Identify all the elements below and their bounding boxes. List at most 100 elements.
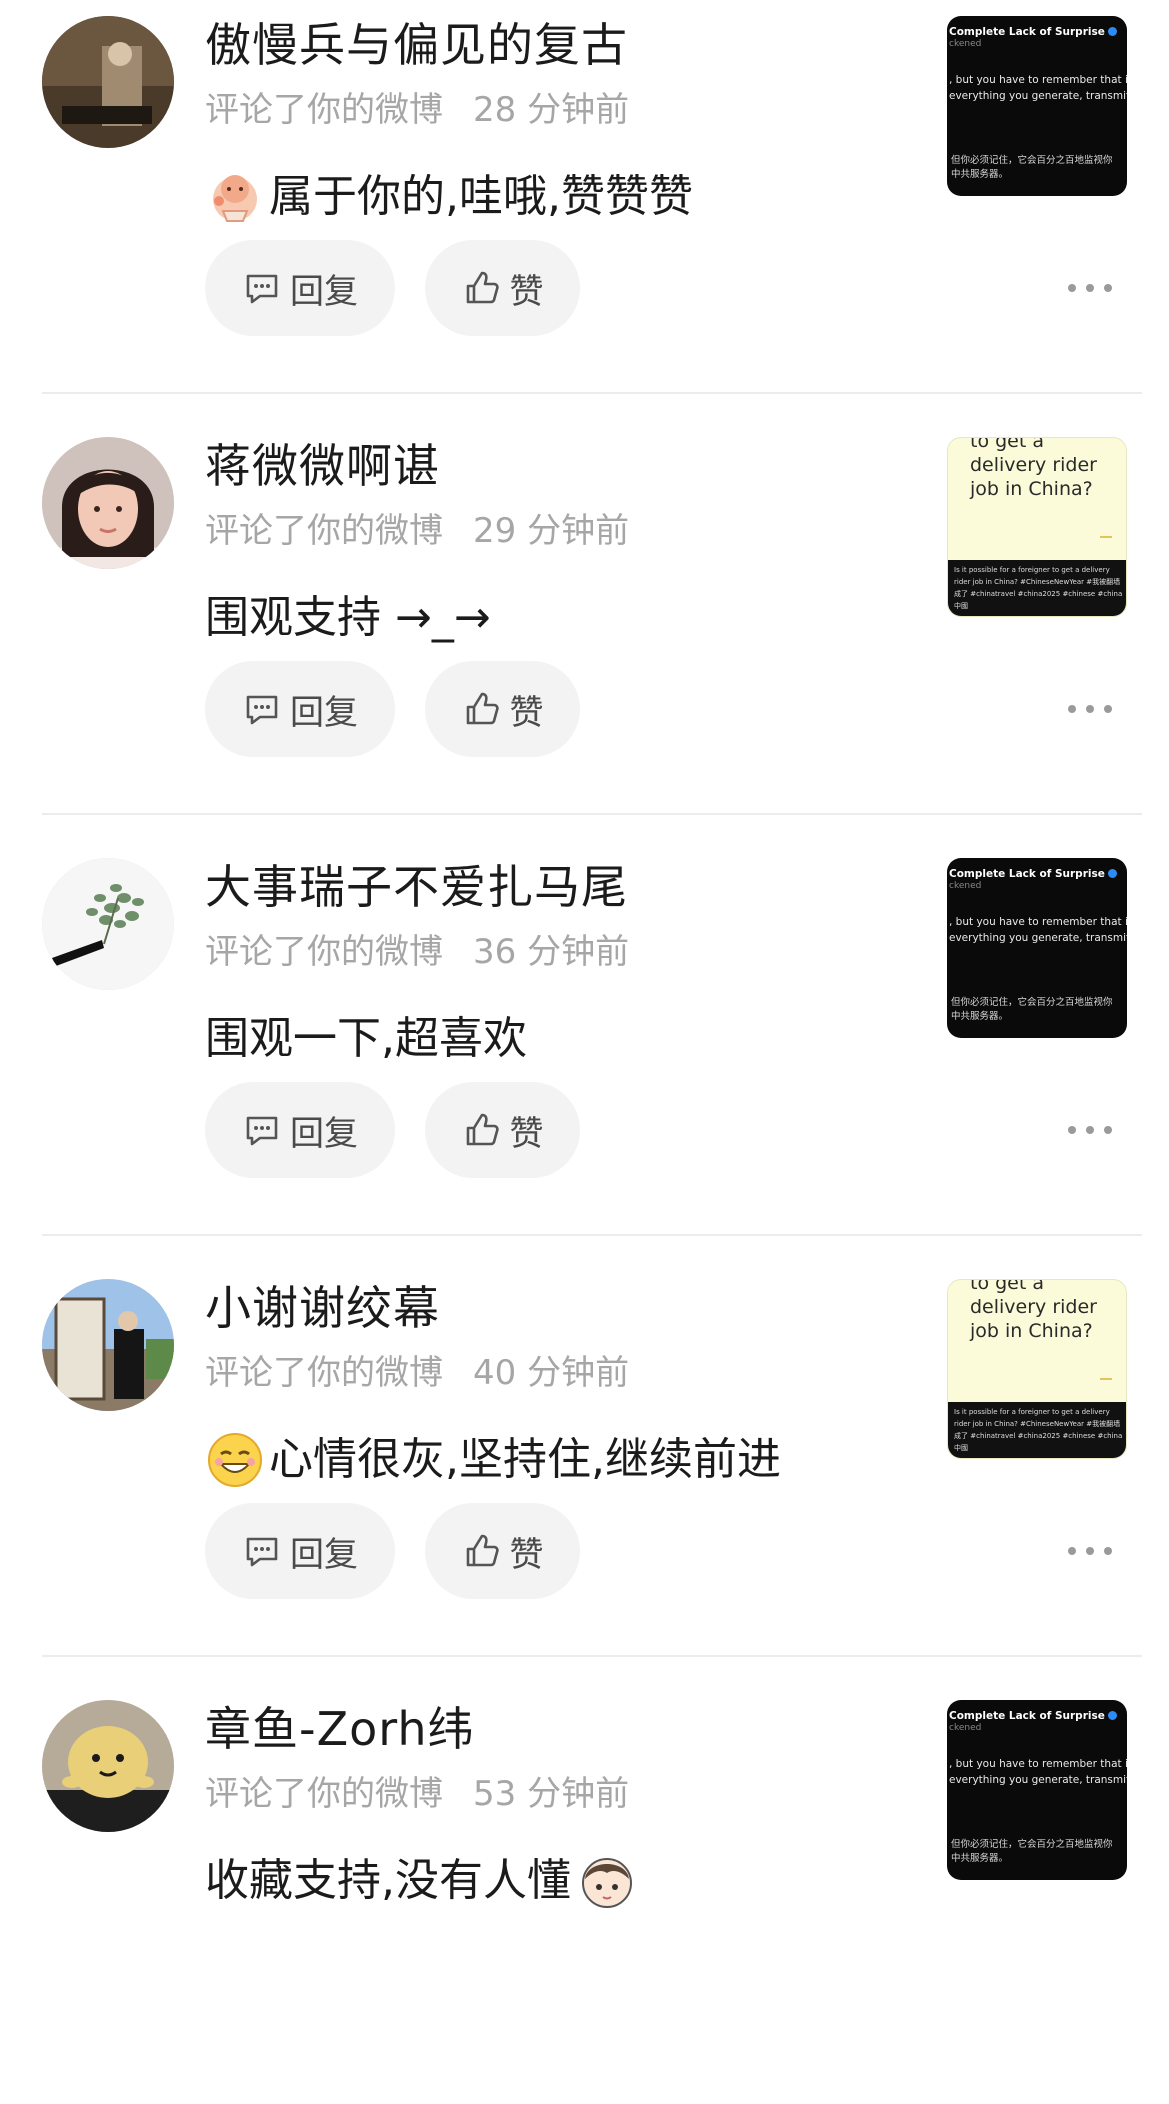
comment-item[interactable]: 大事瑞子不爱扎马尾 评论了你的微博 36 分钟前 围观一下,超喜欢 回复 赞 Co…: [0, 842, 1169, 1262]
more-options-icon[interactable]: [1068, 1531, 1112, 1571]
grin-emoji-icon: [205, 1430, 265, 1490]
timestamp: 53 分钟前: [473, 1774, 630, 1814]
verified-badge-icon: [1107, 869, 1117, 878]
action-text: 评论了你的微博: [205, 1353, 443, 1393]
comment-text: 收藏支持,没有人懂: [205, 1855, 571, 1906]
verified-badge-icon: [1107, 1711, 1117, 1720]
reply-button[interactable]: 回复: [205, 1503, 395, 1599]
thumb-line: delivery rider: [970, 454, 1097, 476]
avatar[interactable]: [42, 858, 174, 990]
timestamp: 28 分钟前: [473, 90, 630, 130]
comment-icon: [246, 1537, 278, 1567]
comment-meta: 评论了你的微博 53 分钟前: [205, 1770, 629, 1818]
like-label: 赞: [509, 1113, 544, 1154]
thumbs-up-icon: [466, 1113, 499, 1146]
like-button[interactable]: 赞: [425, 1503, 580, 1599]
comment-meta: 评论了你的微博 29 分钟前: [205, 507, 629, 555]
like-button[interactable]: 赞: [425, 240, 580, 336]
like-button[interactable]: 赞: [425, 1082, 580, 1178]
comment-text: 围观一下,超喜欢: [205, 1013, 527, 1064]
timestamp: 36 分钟前: [473, 932, 630, 972]
thumb-line: job in China?: [970, 478, 1093, 500]
like-label: 赞: [509, 692, 544, 733]
thumb-line: job in China?: [970, 1320, 1093, 1342]
comment-item[interactable]: 章鱼-Zorh纬 评论了你的微博 53 分钟前 收藏支持,没有人懂 Complet…: [0, 1684, 1169, 2104]
comment-text: 围观支持 →_→: [205, 592, 491, 643]
like-button[interactable]: 赞: [425, 661, 580, 757]
more-options-icon[interactable]: [1068, 689, 1112, 729]
comment-icon: [246, 695, 278, 725]
thumb-caption-bar: Is it possible for a foreigner to get a …: [948, 1402, 1126, 1458]
thumb-caption-bar: Is it possible for a foreigner to get a …: [948, 560, 1126, 616]
commenter-name[interactable]: 大事瑞子不爱扎马尾: [205, 856, 628, 918]
comment-text: 属于你的,哇哦,赞赞赞: [269, 171, 693, 222]
commenter-name[interactable]: 蒋微微啊谌: [205, 435, 440, 497]
reply-label: 回复: [290, 271, 358, 312]
action-text: 评论了你的微博: [205, 511, 443, 551]
divider: [42, 1655, 1142, 1657]
comment-text-row: 围观支持 →_→: [205, 586, 491, 650]
commenter-name[interactable]: 小谢谢绞幕: [205, 1277, 440, 1339]
action-text: 评论了你的微博: [205, 932, 443, 972]
post-thumbnail[interactable]: to get a delivery rider job in China? Is…: [947, 437, 1127, 617]
avatar[interactable]: [42, 437, 174, 569]
post-thumbnail[interactable]: Complete Lack of Surprise ckened , but y…: [947, 1700, 1127, 1880]
divider: [42, 813, 1142, 815]
thumb-body-cn: 但你必须记住，它会百分之百地监视你 中共服务器。: [951, 155, 1113, 180]
reply-button[interactable]: 回复: [205, 1082, 395, 1178]
reply-label: 回复: [290, 692, 358, 733]
thumb-body: , but you have to remember that it i ever…: [949, 916, 1127, 944]
thumbs-up-icon: [466, 1534, 499, 1567]
more-options-icon[interactable]: [1068, 268, 1112, 308]
thumb-dash: [1100, 536, 1112, 538]
avatar[interactable]: [42, 16, 174, 148]
thumb-title: Complete Lack of Surprise: [949, 868, 1117, 880]
bowing-emoji-icon: [205, 167, 265, 227]
thumb-title: Complete Lack of Surprise: [949, 1710, 1117, 1722]
comment-icon: [246, 1116, 278, 1146]
thumb-caption: Is it possible for a foreigner to get a …: [954, 1408, 1123, 1452]
post-thumbnail[interactable]: Complete Lack of Surprise ckened , but y…: [947, 858, 1127, 1038]
comment-icon: [246, 274, 278, 304]
thumb-line: delivery rider: [970, 1296, 1097, 1318]
action-text: 评论了你的微博: [205, 1774, 443, 1814]
comment-meta: 评论了你的微博 40 分钟前: [205, 1349, 629, 1397]
thumb-body-cn: 但你必须记住，它会百分之百地监视你 中共服务器。: [951, 1839, 1113, 1864]
more-options-icon[interactable]: [1068, 1110, 1112, 1150]
divider: [42, 392, 1142, 394]
thumb-handle: ckened: [949, 881, 982, 891]
thumb-body: , but you have to remember that it i ever…: [949, 74, 1127, 102]
comment-item[interactable]: 傲慢兵与偏见的复古 评论了你的微博 28 分钟前 属于你的,哇哦,赞赞赞 回复 赞…: [0, 0, 1169, 420]
thumb-handle: ckened: [949, 1723, 982, 1733]
reply-label: 回复: [290, 1113, 358, 1154]
thumb-caption: Is it possible for a foreigner to get a …: [954, 566, 1123, 610]
avatar[interactable]: [42, 1279, 174, 1411]
like-label: 赞: [509, 1534, 544, 1575]
thumb-handle: ckened: [949, 39, 982, 49]
reply-button[interactable]: 回复: [205, 661, 395, 757]
post-thumbnail[interactable]: Complete Lack of Surprise ckened , but y…: [947, 16, 1127, 196]
divider: [42, 1234, 1142, 1236]
thumbs-up-icon: [466, 692, 499, 725]
action-text: 评论了你的微博: [205, 90, 443, 130]
thumbs-up-icon: [466, 271, 499, 304]
thumb-title: Complete Lack of Surprise: [949, 26, 1117, 38]
avatar[interactable]: [42, 1700, 174, 1832]
commenter-name[interactable]: 傲慢兵与偏见的复古: [205, 14, 628, 76]
reply-button[interactable]: 回复: [205, 240, 395, 336]
comment-meta: 评论了你的微博 28 分钟前: [205, 86, 629, 134]
thumb-dash: [1100, 1378, 1112, 1380]
comment-text-row: 围观一下,超喜欢: [205, 1007, 527, 1071]
comment-text-row: 属于你的,哇哦,赞赞赞: [205, 165, 693, 229]
commenter-name[interactable]: 章鱼-Zorh纬: [205, 1698, 475, 1760]
comment-item[interactable]: 小谢谢绞幕 评论了你的微博 40 分钟前 心情很灰,坚持住,继续前进 回复 赞 t…: [0, 1263, 1169, 1683]
timestamp: 29 分钟前: [473, 511, 630, 551]
timestamp: 40 分钟前: [473, 1353, 630, 1393]
comment-text: 心情很灰,坚持住,继续前进: [269, 1434, 781, 1485]
comment-meta: 评论了你的微博 36 分钟前: [205, 928, 629, 976]
thumb-body: , but you have to remember that it i ever…: [949, 1758, 1127, 1786]
reply-label: 回复: [290, 1534, 358, 1575]
post-thumbnail[interactable]: to get a delivery rider job in China? Is…: [947, 1279, 1127, 1459]
verified-badge-icon: [1107, 27, 1117, 36]
comment-item[interactable]: 蒋微微啊谌 评论了你的微博 29 分钟前 围观支持 →_→ 回复 赞 to get…: [0, 421, 1169, 841]
